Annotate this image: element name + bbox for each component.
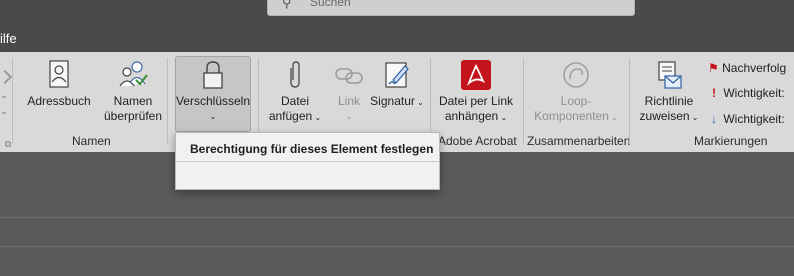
tab-hilfe[interactable]: ilfe <box>0 31 17 46</box>
wichtigkeit-hoch-label: Wichtigkeit: <box>723 86 785 100</box>
divider-line <box>0 246 794 247</box>
loop-label-1: Loop- <box>560 94 592 108</box>
ribbon-tab-bar: ilfe <box>0 26 794 52</box>
acrobat-icon <box>461 60 491 90</box>
lock-icon <box>202 60 224 90</box>
datei-anfuegen-label-2: anfügen <box>268 109 313 123</box>
check-names-icon <box>117 60 149 88</box>
group-separator <box>523 58 524 144</box>
adressbuch-label: Adressbuch <box>27 94 91 108</box>
dialog-launcher-icon[interactable]: ⧉ <box>5 139 11 150</box>
richtlinie-zuweisen-button[interactable]: Richtlinie zuweisen ⌄ <box>636 60 702 125</box>
group-label-namen: Namen <box>72 134 111 148</box>
chevron-down-icon: ⌄ <box>608 113 618 122</box>
signatur-button[interactable]: Signatur ⌄ <box>370 60 424 110</box>
namen-ueberpruefen-label-2: überprüfen <box>103 109 163 123</box>
datei-per-link-label-2: anhängen <box>444 109 499 123</box>
wichtigkeit-niedrig-button[interactable]: ↓ Wichtigkeit: <box>708 112 785 126</box>
link-button[interactable]: Link ⌄ <box>328 60 370 124</box>
verschluesseln-dropdown-menu: Berechtigung für dieses Element festlege… <box>175 132 440 190</box>
verschluesseln-button[interactable]: Verschlüsseln ⌄ <box>175 60 251 124</box>
divider-line <box>0 217 794 218</box>
group-separator <box>12 58 13 144</box>
flag-icon: ⚑ <box>708 61 719 75</box>
group-separator <box>167 58 168 144</box>
chevron-down-icon: ⌄ <box>345 112 353 121</box>
datei-per-link-anhaengen-button[interactable]: Datei per Link anhängen ⌄ <box>434 60 518 125</box>
arrow-down-icon: ↓ <box>711 112 717 126</box>
verschluesseln-label: Verschlüsseln <box>175 94 251 108</box>
paperclip-icon <box>287 60 303 90</box>
group-label-adobe-acrobat: Adobe Acrobat <box>438 134 517 148</box>
datei-anfuegen-label-1: Datei <box>280 94 309 108</box>
menu-empty-area <box>176 163 439 187</box>
chevron-down-icon: ⌄ <box>209 112 217 121</box>
signature-icon <box>383 60 411 90</box>
chevron-down-icon: ⌄ <box>498 113 508 122</box>
group-label-zusammenarbeiten: Zusammenarbeiten <box>527 134 631 148</box>
search-box[interactable]: ⚲ Suchen <box>267 0 635 16</box>
richtlinie-label-2: zuweisen <box>639 109 690 123</box>
exclamation-icon: ! <box>712 86 716 100</box>
loop-komponenten-button[interactable]: Loop- Komponenten ⌄ <box>527 60 625 125</box>
loop-icon <box>561 60 591 90</box>
loop-label-2: Komponenten <box>534 109 609 123</box>
list-icon[interactable] <box>2 96 6 114</box>
policy-icon <box>655 60 683 90</box>
wichtigkeit-niedrig-label: Wichtigkeit: <box>723 112 785 126</box>
signatur-label: Signatur <box>370 94 415 108</box>
title-bar: ⚲ Suchen <box>0 0 794 26</box>
collapsed-control-icon[interactable] <box>0 69 13 85</box>
search-placeholder: Suchen <box>310 0 351 9</box>
nachverfolgung-button[interactable]: ⚑ Nachverfolg <box>708 61 786 75</box>
wichtigkeit-hoch-button[interactable]: ! Wichtigkeit: <box>708 86 785 100</box>
menu-divider <box>176 161 439 162</box>
chevron-down-icon: ⌄ <box>689 113 699 122</box>
group-separator <box>629 58 630 144</box>
menu-item-berechtigung[interactable]: Berechtigung für dieses Element festlege… <box>190 142 433 156</box>
namen-ueberpruefen-label-1: Namen <box>113 94 153 108</box>
search-icon: ⚲ <box>282 0 292 10</box>
datei-anfuegen-button[interactable]: Datei anfügen ⌄ <box>266 60 324 125</box>
namen-ueberpruefen-button[interactable]: Namen überprüfen <box>100 60 166 124</box>
chevron-down-icon: ⌄ <box>312 113 322 122</box>
adressbuch-button[interactable]: Adressbuch <box>25 60 93 109</box>
richtlinie-label-1: Richtlinie <box>644 94 694 108</box>
nachverfolgung-label: Nachverfolg <box>722 61 787 75</box>
link-label: Link <box>337 94 360 108</box>
link-icon <box>334 60 364 90</box>
chevron-down-icon: ⌄ <box>414 98 424 107</box>
address-book-icon <box>48 60 70 88</box>
group-label-markierungen: Markierungen <box>694 134 768 148</box>
datei-per-link-label-1: Datei per Link <box>438 94 514 108</box>
